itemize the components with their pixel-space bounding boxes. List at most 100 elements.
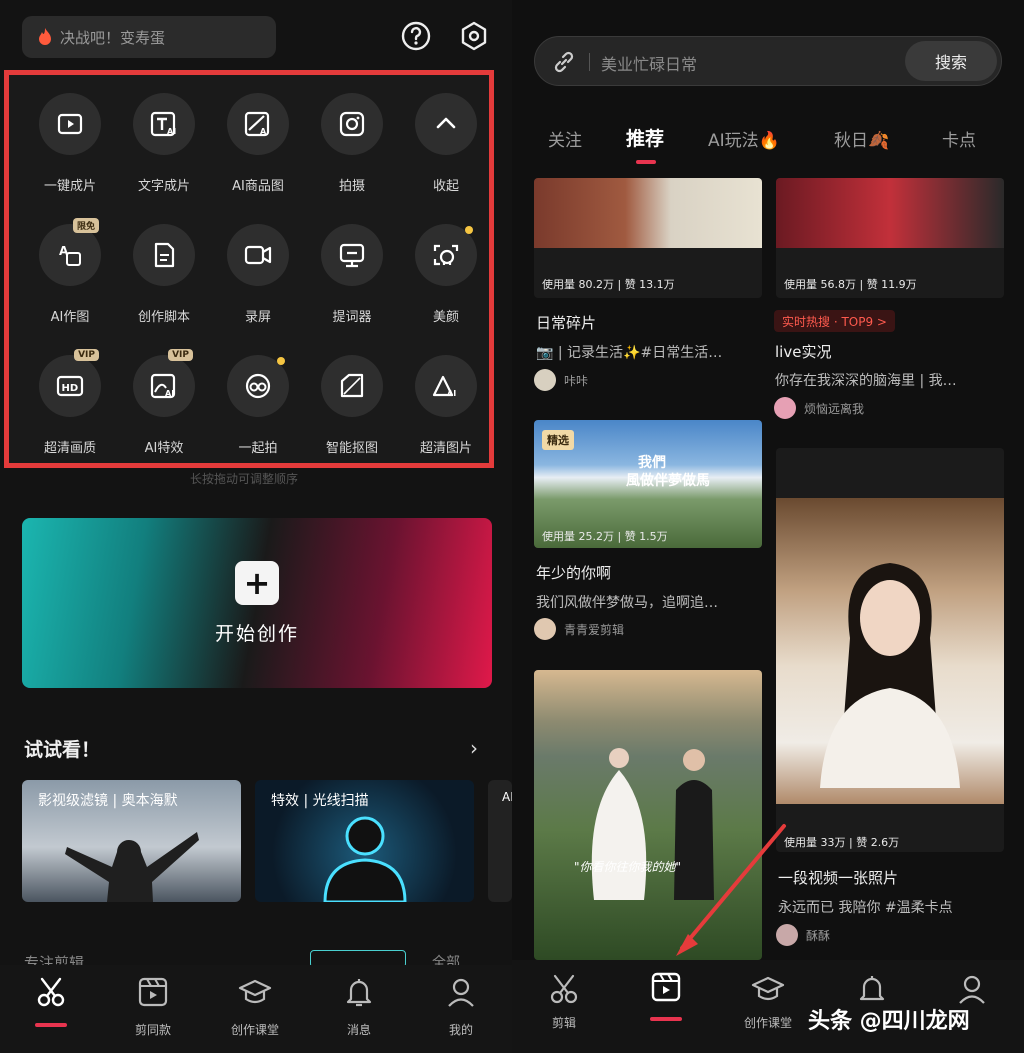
tool-button[interactable] [133, 224, 195, 286]
tool-label: 一起拍 [238, 441, 278, 456]
svg-text:AI: AI [165, 389, 174, 398]
tool-button[interactable] [227, 355, 289, 417]
tool-button[interactable] [227, 224, 289, 286]
avatar [774, 397, 796, 419]
link-icon[interactable] [551, 49, 577, 75]
tab-beat[interactable]: 卡点 [942, 126, 976, 151]
nav-class[interactable]: 创作课堂 [215, 975, 295, 1038]
tool-beauty[interactable]: 美颜 [399, 216, 493, 347]
tool-play[interactable]: 一键成片 [23, 85, 117, 216]
nav-edit[interactable]: 剪辑 [524, 972, 604, 1031]
feed-card[interactable]: "你看你往你我的她" [534, 670, 762, 960]
tool-hd-image[interactable]: AI 超清图片 [399, 347, 493, 478]
bell-icon [859, 976, 885, 1001]
tool-button[interactable] [321, 355, 383, 417]
nav-label: 我的 [448, 1023, 473, 1037]
feed-author[interactable]: 咔咔 [534, 369, 588, 391]
tool-ai-effect[interactable]: AI VIP AI特效 [117, 347, 211, 478]
tool-button[interactable]: A 限免 [39, 218, 101, 286]
nav-template[interactable]: 剪同款 [113, 975, 193, 1038]
feed-desc: 我们风做伴梦做马，追啊追… [536, 595, 718, 611]
feed-thumbnail [776, 178, 1004, 248]
search-button[interactable]: 搜索 [905, 41, 997, 81]
tool-badge: VIP [74, 349, 99, 361]
tool-button[interactable] [415, 224, 477, 286]
tool-cutout[interactable]: 智能抠图 [305, 347, 399, 478]
tool-badge: 限免 [72, 218, 99, 233]
tab-recommend[interactable]: 推荐 [626, 124, 664, 151]
chevron-up-icon [436, 117, 456, 129]
tool-label: 智能抠图 [325, 441, 378, 456]
nav-messages[interactable]: 消息 [319, 975, 399, 1038]
nav-profile[interactable] [932, 972, 1012, 1006]
tool-teleprompter[interactable]: 提词器 [305, 216, 399, 347]
divider [589, 53, 590, 71]
active-indicator [35, 1023, 67, 1027]
person-photo [820, 563, 960, 788]
play-icon [57, 113, 83, 135]
tool-label: 创作脚本 [137, 310, 190, 325]
help-icon[interactable] [400, 20, 432, 52]
tool-camera[interactable]: 拍摄 [305, 85, 399, 216]
avatar [534, 369, 556, 391]
feed-card[interactable]: 使用量 33万 | 赞 2.6万 [776, 448, 1004, 852]
tool-button[interactable]: AI [227, 93, 289, 155]
tool-button[interactable] [321, 93, 383, 155]
feed-card[interactable]: 使用量 80.2万 | 赞 13.1万 [534, 178, 762, 298]
nav-class[interactable]: 创作课堂 [728, 972, 808, 1031]
tool-ai-draw[interactable]: A 限免 AI作图 [23, 216, 117, 347]
tool-button[interactable]: AI [133, 93, 195, 155]
author-name: 烦恼远离我 [804, 401, 865, 416]
settings-icon[interactable] [458, 20, 490, 52]
chevron-right-icon[interactable]: › [470, 736, 478, 760]
try-card-ai[interactable]: AI [488, 780, 512, 902]
tool-together[interactable]: 一起拍 [211, 347, 305, 478]
tool-ai-image[interactable]: AI AI商品图 [211, 85, 305, 216]
feed-author[interactable]: 烦恼远离我 [774, 397, 864, 419]
feed-card[interactable]: 精选 我們 風做伴夢做馬 使用量 25.2万 | 赞 1.5万 [534, 420, 762, 548]
together-icon [245, 373, 271, 399]
tool-button[interactable]: HD VIP [39, 349, 101, 417]
tab-follow[interactable]: 关注 [548, 126, 582, 151]
new-dot [277, 357, 285, 365]
tool-button[interactable] [415, 93, 477, 155]
tool-record[interactable]: 录屏 [211, 216, 305, 347]
tool-chevron-up[interactable]: 收起 [399, 85, 493, 216]
nav-template[interactable] [626, 970, 706, 1004]
tool-text-ai[interactable]: AI 文字成片 [117, 85, 211, 216]
tool-label: AI作图 [50, 310, 90, 325]
right-screen: 美业忙碌日常 搜索 关注 推荐 AI玩法🔥 秋日🍂 卡点 使用量 80.2万 |… [512, 0, 1024, 1053]
plus-icon: + [235, 560, 279, 605]
start-creation-button[interactable]: + 开始创作 [22, 518, 492, 688]
hot-search-tag[interactable]: 实时热搜 · TOP9 > [774, 310, 895, 332]
nav-profile[interactable]: 我的 [421, 975, 501, 1038]
tab-ai-play[interactable]: AI玩法🔥 [708, 126, 780, 151]
tool-button[interactable] [321, 224, 383, 286]
feed-author[interactable]: 青青爱剪辑 [534, 618, 624, 640]
try-card-filter[interactable]: 影视级滤镜 | 奥本海默 [22, 780, 241, 902]
cutout-icon [340, 373, 364, 398]
tool-badge: VIP [168, 349, 193, 361]
template-search-bar[interactable]: 美业忙碌日常 搜索 [534, 36, 1002, 86]
nav-edit[interactable] [11, 975, 91, 1009]
feed-title: 年少的你啊 [536, 564, 612, 582]
usage-stats: 使用量 80.2万 | 赞 13.1万 [542, 278, 675, 291]
usage-stats: 使用量 25.2万 | 赞 1.5万 [542, 530, 668, 543]
tab-autumn[interactable]: 秋日🍂 [834, 126, 889, 151]
tool-button[interactable] [39, 93, 101, 155]
scissors-icon [37, 977, 65, 1007]
feed-author[interactable]: 酥酥 [776, 924, 830, 946]
feed-card[interactable]: 使用量 56.8万 | 赞 11.9万 [776, 178, 1004, 298]
nav-messages[interactable] [832, 972, 912, 1006]
script-icon [154, 242, 175, 268]
tool-button[interactable]: AI [415, 355, 477, 417]
try-card-scan[interactable]: 特效 | 光线扫描 [255, 780, 474, 902]
tool-script[interactable]: 创作脚本 [117, 216, 211, 347]
tool-button[interactable]: AI VIP [133, 349, 195, 417]
tool-label: 美颜 [432, 310, 459, 325]
reorder-hint: 长按拖动可调整顺序 [190, 472, 299, 486]
svg-text:AI: AI [447, 389, 456, 398]
search-bar[interactable]: 决战吧！变寿蛋 [22, 16, 276, 58]
author-name: 酥酥 [806, 928, 831, 943]
tool-hd[interactable]: HD VIP 超清画质 [23, 347, 117, 478]
